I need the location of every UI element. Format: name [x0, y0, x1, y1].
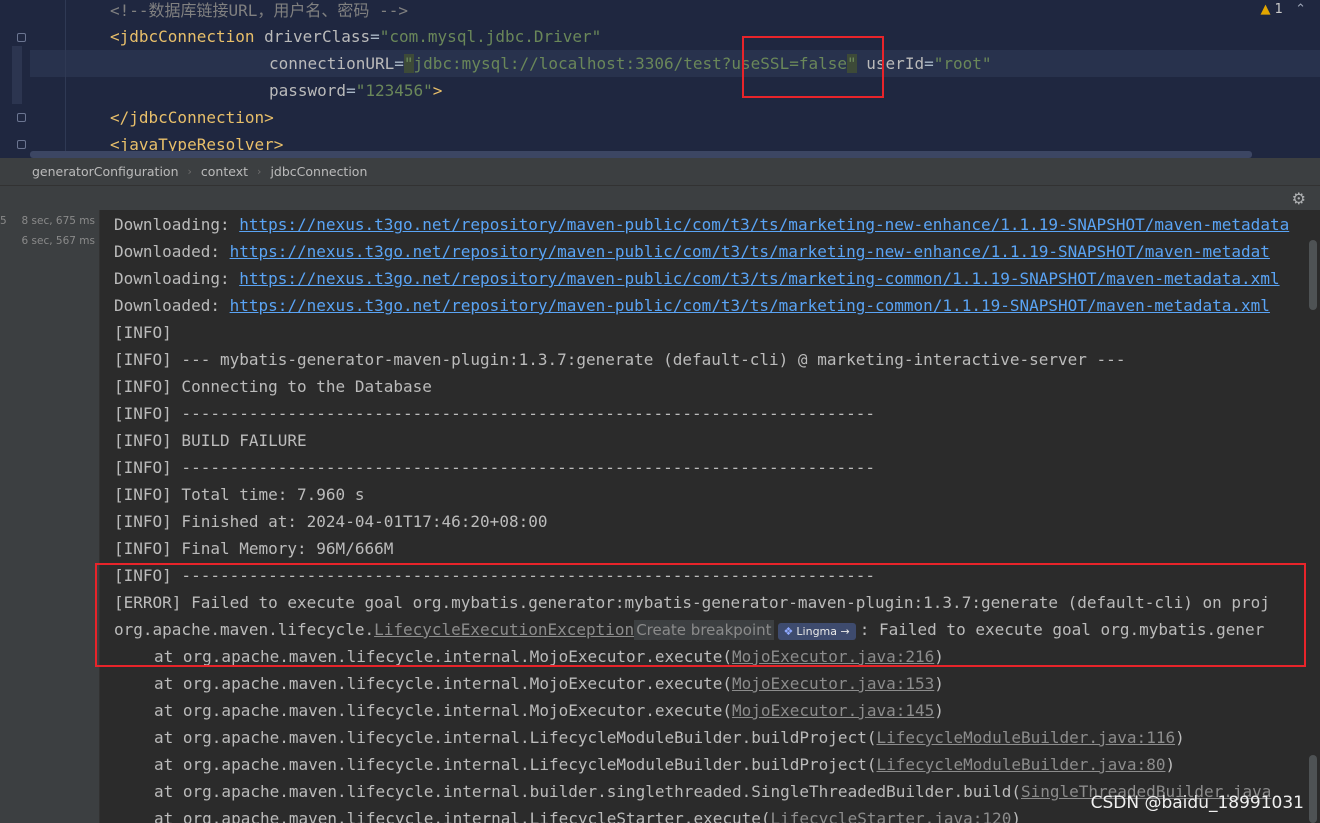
stack-frame: at org.apache.maven.lifecycle.internal.L… [154, 751, 1175, 778]
breadcrumb: generatorConfiguration › context › jdbcC… [0, 158, 1320, 185]
code-line-password: password="123456"> [269, 77, 442, 104]
stack-frame-text: at org.apache.maven.lifecycle.internal.L… [154, 728, 877, 747]
run-tree-panel: 5 8 sec, 675 ms 6 sec, 567 ms [0, 210, 100, 823]
breadcrumb-item[interactable]: context [201, 164, 248, 179]
download-prefix: Downloaded: [114, 296, 230, 315]
stack-frame-close: ) [934, 701, 944, 720]
download-prefix: Downloading: [114, 269, 240, 288]
stack-frame-text: at org.apache.maven.lifecycle.internal.M… [154, 674, 732, 693]
xml-attr: connectionURL [269, 54, 395, 73]
editor-gutter [0, 0, 30, 158]
annotation-box-usessl [742, 36, 884, 98]
stack-frame-link[interactable]: LifecycleModuleBuilder.java:80 [876, 755, 1165, 774]
xml-value: "root" [933, 54, 992, 73]
run-panel-header: ⚙ [0, 185, 1320, 210]
xml-eq: = [394, 54, 404, 73]
xml-tag-close: > [432, 81, 443, 100]
tree-row-duration: 6 sec, 567 ms [21, 235, 95, 247]
info-line: [INFO] ---------------------------------… [114, 404, 875, 423]
xml-eq: = [346, 81, 356, 100]
tree-row[interactable]: 5 8 sec, 675 ms [0, 211, 99, 231]
chevron-right-icon: › [187, 165, 192, 178]
download-link[interactable]: https://nexus.t3go.net/repository/maven-… [230, 296, 1270, 315]
code-comment-line: <!--数据库链接URL，用户名、密码 --> [110, 1, 408, 20]
download-prefix: Downloading: [114, 215, 240, 234]
scrollbar-thumb[interactable] [1309, 240, 1317, 310]
stack-frame-text: at org.apache.maven.lifecycle.internal.b… [154, 782, 1021, 801]
download-link[interactable]: https://nexus.t3go.net/repository/maven-… [230, 242, 1270, 261]
code-line-jdbc-close: </jdbcConnection> [110, 108, 274, 127]
tree-row[interactable]: 6 sec, 567 ms [0, 231, 99, 251]
inspection-widget[interactable]: ▲ 1 ⌃ [1261, 2, 1306, 17]
code-line-jdbc-connection: <jdbcConnection driverClass="com.mysql.j… [110, 23, 601, 50]
warning-triangle-icon: ▲ [1260, 2, 1271, 17]
watermark: CSDN @baidu_18991031 [1090, 793, 1304, 813]
breadcrumb-item[interactable]: jdbcConnection [270, 164, 367, 179]
download-line: Downloading: https://nexus.t3go.net/repo… [114, 265, 1280, 292]
fold-toggle-icon[interactable] [17, 33, 26, 42]
xml-eq: = [924, 54, 934, 73]
breadcrumb-item[interactable]: generatorConfiguration [32, 164, 179, 179]
gear-icon[interactable]: ⚙ [1292, 189, 1306, 208]
vertical-scrollbar[interactable] [1306, 210, 1320, 823]
warning-count: 1 [1274, 2, 1283, 17]
console-output[interactable]: Downloading: https://nexus.t3go.net/repo… [100, 210, 1320, 823]
tree-row-index: 5 [0, 215, 7, 227]
indent-guide [65, 0, 66, 158]
info-line: [INFO] BUILD FAILURE [114, 431, 307, 450]
stack-frame: at org.apache.maven.lifecycle.internal.L… [154, 724, 1185, 751]
stack-frame: at org.apache.maven.lifecycle.internal.M… [154, 670, 944, 697]
download-link[interactable]: https://nexus.t3go.net/repository/maven-… [239, 269, 1279, 288]
chevron-right-icon: › [257, 165, 262, 178]
stack-frame-close: ) [934, 674, 944, 693]
info-line: [INFO] [114, 323, 172, 342]
scrollbar-thumb[interactable] [1309, 755, 1317, 823]
stack-frame-link[interactable]: MojoExecutor.java:145 [732, 701, 934, 720]
download-link[interactable]: https://nexus.t3go.net/repository/maven-… [239, 215, 1289, 234]
info-line: [INFO] Connecting to the Database [114, 377, 432, 396]
fold-toggle-icon[interactable] [17, 140, 26, 149]
info-line: [INFO] Total time: 7.960 s [114, 485, 365, 504]
quote-open: " [403, 54, 414, 73]
info-line: [INFO] Final Memory: 96M/666M [114, 539, 394, 558]
stack-frame-text: at org.apache.maven.lifecycle.internal.L… [154, 755, 877, 774]
stack-frame-close: ) [1011, 809, 1021, 823]
xml-value: "123456" [355, 81, 433, 100]
stack-frame-text: at org.apache.maven.lifecycle.internal.M… [154, 701, 732, 720]
tree-row-duration: 8 sec, 675 ms [21, 215, 95, 227]
xml-eq: = [370, 27, 380, 46]
stack-frame: at org.apache.maven.lifecycle.internal.M… [154, 697, 944, 724]
horizontal-scrollbar[interactable] [30, 151, 1252, 158]
stack-frame-close: ) [1165, 755, 1176, 774]
chevron-up-icon[interactable]: ⌃ [1295, 2, 1306, 17]
xml-value: "com.mysql.jdbc.Driver" [379, 27, 602, 46]
download-prefix: Downloaded: [114, 242, 230, 261]
stack-frame: at org.apache.maven.lifecycle.internal.L… [154, 805, 1021, 823]
xml-tag: <jdbcConnection [110, 27, 255, 46]
xml-attr: password [269, 81, 347, 100]
xml-attr: driverClass [264, 27, 371, 46]
stack-frame-close: ) [1175, 728, 1185, 747]
gutter-change-marker [12, 46, 22, 104]
stack-frame-link[interactable]: MojoExecutor.java:153 [732, 674, 934, 693]
stack-frame-link[interactable]: LifecycleModuleBuilder.java:116 [876, 728, 1175, 747]
stack-frame-link[interactable]: LifecycleStarter.java:120 [771, 809, 1012, 823]
download-line: Downloading: https://nexus.t3go.net/repo… [114, 211, 1289, 238]
download-line: Downloaded: https://nexus.t3go.net/repos… [114, 238, 1270, 265]
code-editor[interactable]: <!--数据库链接URL，用户名、密码 --> <jdbcConnection … [0, 0, 1320, 158]
info-line: [INFO] ---------------------------------… [114, 458, 875, 477]
download-line: Downloaded: https://nexus.t3go.net/repos… [114, 292, 1270, 319]
annotation-box-error [95, 563, 1306, 667]
info-line: [INFO] Finished at: 2024-04-01T17:46:20+… [114, 512, 548, 531]
fold-toggle-icon[interactable] [17, 113, 26, 122]
stack-frame-text: at org.apache.maven.lifecycle.internal.L… [154, 809, 771, 823]
info-line: [INFO] --- mybatis-generator-maven-plugi… [114, 350, 1126, 369]
